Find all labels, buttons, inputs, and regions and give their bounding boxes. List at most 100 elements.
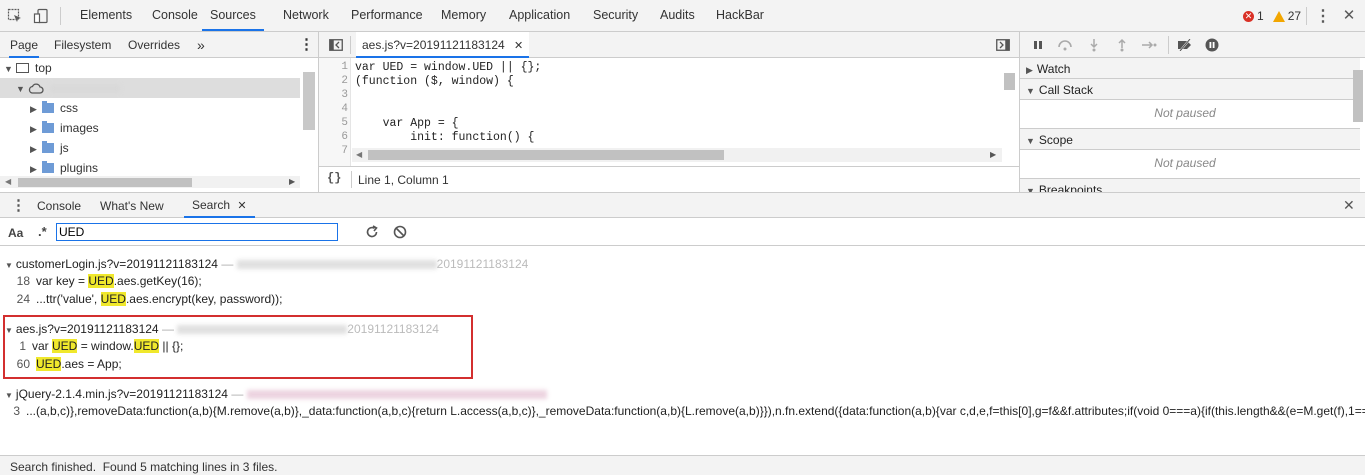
line-number[interactable]: 6	[322, 131, 348, 143]
tree-folder-js[interactable]: ▶ js	[30, 138, 69, 158]
tab-security[interactable]: Security	[593, 0, 638, 31]
tab-page[interactable]: Page	[9, 32, 40, 58]
code-line[interactable]: var UED = window.UED || {};	[355, 61, 541, 74]
editor-vscrollbar[interactable]	[1004, 73, 1015, 90]
close-devtools-icon[interactable]: ✕	[1340, 6, 1358, 24]
result-match-line[interactable]: 18 var key = UED.aes.getKey(16);	[4, 274, 202, 288]
code-line[interactable]: init: function() {	[355, 131, 534, 144]
drawer-tab-search[interactable]: Search ✕	[184, 193, 255, 218]
step-out-icon[interactable]	[1114, 37, 1130, 53]
navigator-vscrollbar[interactable]	[303, 72, 315, 130]
line-number[interactable]: 1	[322, 61, 348, 73]
drawer-tab-console[interactable]: Console	[37, 193, 81, 219]
tab-filesystem[interactable]: Filesystem	[54, 32, 111, 58]
close-tab-icon[interactable]: ✕	[237, 200, 246, 212]
regex-toggle[interactable]: .*	[38, 224, 47, 239]
section-breakpoints[interactable]: ▼ Breakpoints	[1020, 178, 1360, 192]
navigator-hscrollbar[interactable]	[18, 178, 192, 187]
result-match-line[interactable]: 3 ...(a,b,c)},removeData:function(a,b){M.…	[0, 404, 1365, 418]
file-tab-label: aes.js?v=20191121183124	[362, 38, 505, 52]
tab-application[interactable]: Application	[509, 0, 570, 31]
search-toolbar: Aa .*	[0, 218, 1365, 246]
result-match-line[interactable]: 1 var UED = window.UED || {};	[0, 339, 183, 353]
search-input[interactable]	[56, 223, 338, 241]
result-match-line[interactable]: 24 ...ttr('value', UED.aes.encrypt(key, p…	[4, 292, 282, 306]
tab-hackbar[interactable]: HackBar	[716, 0, 764, 31]
collapse-arrow-icon: ▼	[5, 391, 13, 400]
search-results: ▼ customerLogin.js?v=20191121183124 — 201…	[0, 247, 1365, 453]
redacted-path	[177, 325, 348, 335]
redacted-path	[236, 260, 437, 270]
code-line[interactable]: var App = {	[355, 117, 459, 130]
tree-item-top[interactable]: ▼ top	[4, 58, 52, 78]
result-match-line[interactable]: 60 UED.aes = App;	[4, 357, 122, 371]
warning-count: 27	[1287, 9, 1302, 23]
tab-sources[interactable]: Sources	[202, 0, 264, 31]
collapse-arrow-icon: ▼	[1026, 136, 1035, 146]
tree-folder-images[interactable]: ▶ images	[30, 118, 99, 138]
more-options-icon[interactable]: ⋮	[1315, 7, 1331, 25]
scroll-left-arrow-icon[interactable]: ◀	[5, 177, 11, 186]
tab-network[interactable]: Network	[283, 0, 329, 31]
error-counter[interactable]: ✕ 1 27	[1243, 8, 1301, 24]
result-file-header[interactable]: ▼ customerLogin.js?v=20191121183124 — 201…	[5, 257, 528, 271]
tree-item-domain[interactable]: ▼	[0, 78, 300, 98]
navigator-tabbar: Page Filesystem Overrides » ⋮	[0, 32, 318, 58]
close-tab-icon[interactable]: ✕	[514, 40, 523, 52]
step-into-icon[interactable]	[1086, 37, 1102, 53]
toggle-navigator-icon[interactable]	[327, 36, 345, 54]
editor-file-tab[interactable]: aes.js?v=20191121183124 ✕	[356, 32, 530, 58]
result-file-header[interactable]: ▼ aes.js?v=20191121183124 — 2019112118312…	[5, 322, 439, 336]
line-number[interactable]: 5	[322, 117, 348, 129]
step-over-icon[interactable]	[1057, 37, 1073, 53]
tree-folder-plugins[interactable]: ▶ plugins	[30, 158, 98, 178]
tab-elements[interactable]: Elements	[80, 0, 132, 31]
drawer-tab-whats-new[interactable]: What's New	[100, 193, 164, 219]
collapse-arrow-icon: ▼	[1026, 86, 1035, 96]
more-tabs-button[interactable]: »	[197, 32, 205, 58]
section-scope[interactable]: ▼ Scope	[1020, 128, 1360, 150]
drawer-menu-icon[interactable]: ⋮	[11, 196, 26, 214]
debugger-toolbar	[1019, 32, 1365, 58]
pretty-print-button[interactable]: {}	[327, 171, 341, 185]
warning-icon	[1272, 10, 1285, 22]
close-drawer-icon[interactable]: ✕	[1343, 197, 1355, 214]
tab-audits[interactable]: Audits	[660, 0, 695, 31]
device-toolbar-icon[interactable]	[32, 7, 50, 25]
deactivate-breakpoints-icon[interactable]	[1176, 37, 1194, 53]
editor-hscrollbar[interactable]	[368, 150, 724, 160]
tab-console[interactable]: Console	[152, 0, 198, 31]
scroll-left-arrow-icon[interactable]: ◀	[356, 150, 362, 159]
devtools-toolbar: Elements Console Sources Network Perform…	[0, 0, 1365, 32]
line-number[interactable]: 7	[322, 145, 348, 157]
navigator-menu-icon[interactable]: ⋮	[299, 32, 314, 58]
match-case-toggle[interactable]: Aa	[8, 226, 23, 240]
refresh-icon[interactable]	[363, 223, 381, 241]
section-call-stack[interactable]: ▼ Call Stack	[1020, 78, 1360, 100]
scroll-right-arrow-icon[interactable]: ▶	[289, 177, 295, 186]
tab-memory[interactable]: Memory	[441, 0, 486, 31]
section-watch[interactable]: ▶ Watch	[1020, 58, 1360, 79]
tree-folder-css[interactable]: ▶ css	[30, 98, 78, 118]
search-status-bar: Search finished. Found 5 matching lines …	[0, 455, 1365, 475]
debugger-vscrollbar[interactable]	[1353, 70, 1363, 122]
result-file-header[interactable]: ▼ jQuery-2.1.4.min.js?v=20191121183124 —	[5, 387, 547, 401]
inspect-element-icon[interactable]	[6, 7, 24, 25]
tab-performance[interactable]: Performance	[351, 0, 423, 31]
pause-on-exceptions-icon[interactable]	[1204, 37, 1220, 53]
pause-icon[interactable]	[1030, 37, 1046, 53]
line-number[interactable]: 3	[322, 89, 348, 101]
cursor-position: Line 1, Column 1	[358, 173, 449, 187]
line-number[interactable]: 4	[322, 103, 348, 115]
error-count: 1	[1257, 9, 1264, 23]
frame-icon	[16, 63, 29, 73]
clear-search-icon[interactable]	[391, 223, 409, 241]
folder-icon	[42, 121, 54, 133]
folder-icon	[42, 161, 54, 173]
scroll-right-arrow-icon[interactable]: ▶	[990, 150, 996, 159]
step-icon[interactable]	[1140, 37, 1158, 53]
code-line[interactable]: (function ($, window) {	[355, 75, 514, 88]
line-number[interactable]: 2	[322, 75, 348, 87]
toggle-debugger-icon[interactable]	[994, 36, 1012, 54]
tab-overrides[interactable]: Overrides	[128, 32, 180, 58]
